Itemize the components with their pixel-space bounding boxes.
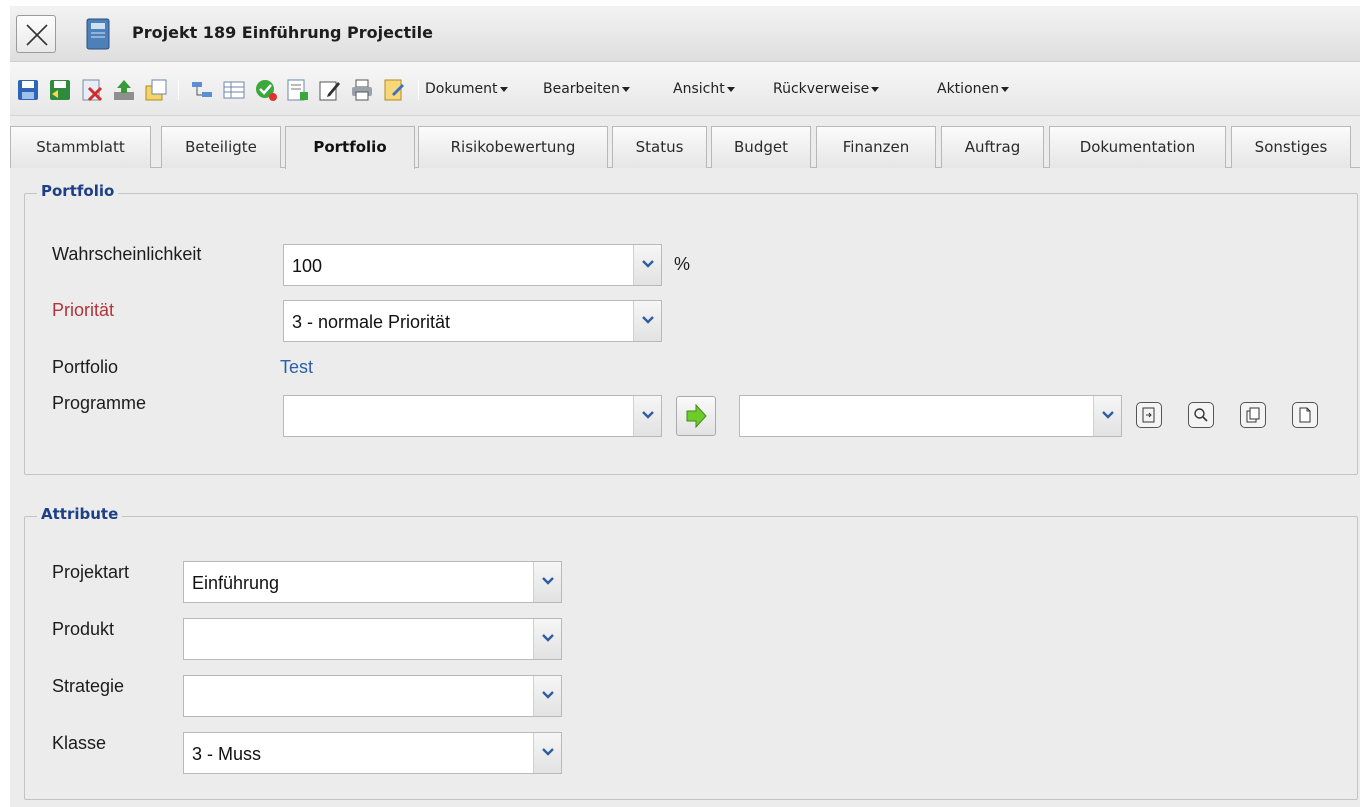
dropdown-button[interactable] <box>533 619 561 659</box>
tab-stammblatt[interactable]: Stammblatt <box>10 126 151 168</box>
projektart-select[interactable]: Einführung <box>183 561 562 603</box>
open-link-button[interactable] <box>1136 402 1162 428</box>
programme-label: Programme <box>52 393 147 413</box>
app-window: Projekt 189 Einführung Projectile Dokume… <box>10 6 1360 807</box>
close-button[interactable] <box>16 15 56 53</box>
caret-down-icon <box>1001 86 1009 92</box>
arrow-right-icon <box>686 404 707 428</box>
wahrscheinlichkeit-select[interactable]: 100 <box>283 244 662 286</box>
wahrscheinlichkeit-label: Wahrscheinlichkeit <box>52 244 202 264</box>
chevron-down-icon <box>542 634 554 642</box>
dropdown-button[interactable] <box>633 245 661 285</box>
new-document-icon <box>1299 407 1311 423</box>
chevron-down-icon <box>642 260 654 268</box>
menu-aktionen[interactable]: Aktionen <box>937 81 1009 97</box>
menu-dokument[interactable]: Dokument <box>425 81 508 97</box>
window-title: Projekt 189 Einführung Projectile <box>132 23 433 42</box>
klasse-value: 3 - Muss <box>192 744 262 764</box>
strategie-label: Strategie <box>52 676 125 696</box>
prioritaet-label: Priorität <box>52 300 115 320</box>
prioritaet-select[interactable]: 3 - normale Priorität <box>283 300 662 342</box>
tab-sonstiges[interactable]: Sonstiges <box>1231 126 1351 168</box>
copy-icon <box>1246 407 1260 423</box>
open-doc-icon <box>1142 407 1155 423</box>
chevron-down-icon <box>642 411 654 419</box>
duplicate-icon[interactable] <box>144 78 168 102</box>
upload-icon[interactable] <box>112 78 136 102</box>
menu-bearbeiten[interactable]: Bearbeiten <box>543 81 630 97</box>
tab-strip: Stammblatt Beteiligte Portfolio Risikobe… <box>10 118 1360 169</box>
copy-button[interactable] <box>1240 402 1266 428</box>
attribute-group: Attribute Projektart Einführung Produkt … <box>24 505 1358 800</box>
portfolio-legend: Portfolio <box>37 182 119 200</box>
chevron-down-icon <box>642 316 654 324</box>
delete-doc-icon[interactable] <box>80 78 104 102</box>
programme-secondary-select[interactable] <box>739 395 1122 437</box>
strategie-select[interactable] <box>183 675 562 717</box>
tab-dokumentation[interactable]: Dokumentation <box>1049 126 1226 168</box>
wahrscheinlichkeit-value: 100 <box>292 256 323 276</box>
percent-unit: % <box>674 254 691 274</box>
tree-icon[interactable] <box>190 78 214 102</box>
produkt-select[interactable] <box>183 618 562 660</box>
chevron-down-icon <box>542 691 554 699</box>
search-button[interactable] <box>1188 402 1214 428</box>
dropdown-button[interactable] <box>633 301 661 341</box>
tab-auftrag[interactable]: Auftrag <box>941 126 1044 168</box>
menu-rueckverweise[interactable]: Rückverweise <box>773 81 880 97</box>
tab-status[interactable]: Status <box>612 126 707 168</box>
dropdown-button[interactable] <box>533 676 561 716</box>
add-programme-button[interactable] <box>676 396 716 436</box>
grid-report-icon[interactable] <box>286 78 310 102</box>
search-icon <box>1194 408 1208 422</box>
caret-down-icon <box>499 86 508 92</box>
dropdown-button[interactable] <box>633 396 661 436</box>
dropdown-button[interactable] <box>533 733 561 773</box>
projektart-value: Einführung <box>192 573 280 593</box>
table-icon[interactable] <box>222 78 246 102</box>
toolbar-separator <box>418 80 419 100</box>
produkt-label: Produkt <box>52 619 115 639</box>
tab-budget[interactable]: Budget <box>711 126 811 168</box>
portfolio-group: Portfolio Wahrscheinlichkeit 100 % Prior… <box>24 182 1358 475</box>
attribute-legend: Attribute <box>37 505 123 523</box>
caret-down-icon <box>871 86 880 92</box>
projektart-label: Projektart <box>52 562 130 582</box>
tab-beteiligte[interactable]: Beteiligte <box>161 126 281 168</box>
toolbar-separator <box>178 80 179 100</box>
close-icon <box>26 24 48 46</box>
save-back-icon[interactable] <box>48 78 72 102</box>
klasse-label: Klasse <box>52 733 107 753</box>
caret-down-icon <box>621 86 630 92</box>
dropdown-button[interactable] <box>1093 396 1121 436</box>
portfolio-link[interactable]: Test <box>280 357 313 378</box>
klasse-select[interactable]: 3 - Muss <box>183 732 562 774</box>
check-icon[interactable] <box>254 78 278 102</box>
edit-icon[interactable] <box>318 78 342 102</box>
chevron-down-icon <box>1102 411 1114 419</box>
print-icon[interactable] <box>350 78 374 102</box>
note-icon[interactable] <box>382 78 406 102</box>
tab-portfolio[interactable]: Portfolio <box>285 126 415 169</box>
project-book-icon <box>86 18 110 50</box>
tab-finanzen[interactable]: Finanzen <box>816 126 936 168</box>
title-bar: Projekt 189 Einführung Projectile <box>10 6 1360 62</box>
chevron-down-icon <box>542 748 554 756</box>
tab-risikobewertung[interactable]: Risikobewertung <box>418 126 608 168</box>
save-icon[interactable] <box>16 78 40 102</box>
dropdown-button[interactable] <box>533 562 561 602</box>
menu-ansicht[interactable]: Ansicht <box>673 81 735 97</box>
chevron-down-icon <box>542 577 554 585</box>
new-document-button[interactable] <box>1292 402 1318 428</box>
portfolio-label: Portfolio <box>52 357 119 377</box>
toolbar: Dokument Bearbeiten Ansicht Rückverweise… <box>10 62 1360 116</box>
programme-select[interactable] <box>283 395 662 437</box>
caret-down-icon <box>726 86 735 92</box>
prioritaet-value: 3 - normale Priorität <box>292 312 451 332</box>
